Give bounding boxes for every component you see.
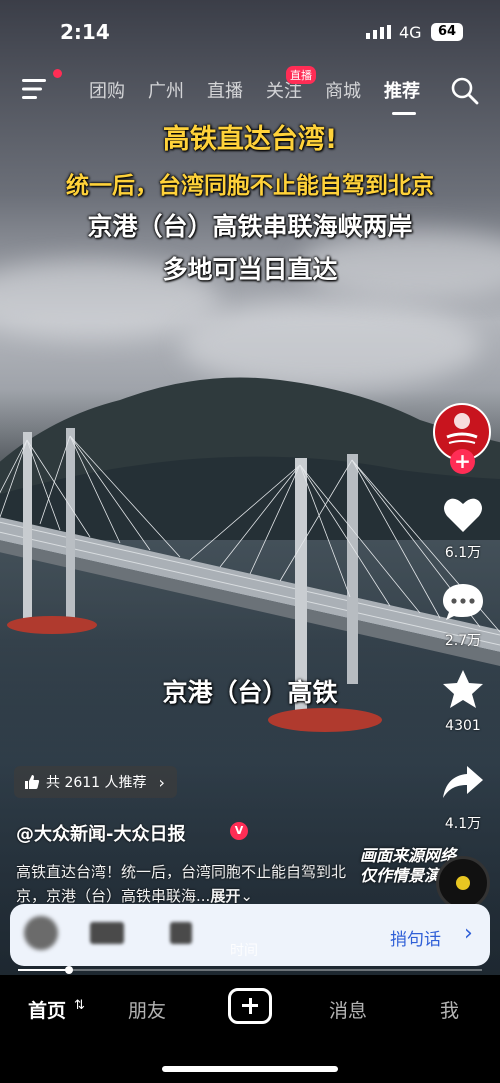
headline-line-4: 多地可当日直达 xyxy=(162,255,338,284)
expand-link[interactable]: 展开 xyxy=(210,887,240,905)
nav-messages[interactable]: 消息 xyxy=(329,996,367,1023)
menu-icon[interactable] xyxy=(22,78,48,100)
send-message-link[interactable]: 捎句话 xyxy=(390,925,441,950)
description-text: 高铁直达台湾！统一后，台湾同胞不止能自驾到北京，京港（台）高铁串联海... xyxy=(16,863,347,905)
headline-subtitle: 统一后，台湾同胞不止能自驾到北京 xyxy=(66,173,434,199)
progress-fill xyxy=(18,969,69,971)
nav-me[interactable]: 我 xyxy=(440,996,459,1023)
headline-line-3: 京港（台）高铁串联海峡两岸 xyxy=(87,212,413,241)
progress-handle[interactable] xyxy=(65,966,73,974)
headline-title: 高铁直达台湾! xyxy=(162,124,338,155)
video-caption: 京港（台）高铁 xyxy=(162,678,338,707)
status-bar: 2:14 4G 64 xyxy=(0,0,500,64)
recommend-label: 共 2611 人推荐 xyxy=(46,775,147,791)
active-tab-indicator xyxy=(392,112,416,115)
verified-badge-icon: V xyxy=(230,822,248,840)
comment-count: 2.7万 xyxy=(444,633,482,649)
chevron-right-icon: › xyxy=(464,921,473,946)
battery-icon: 64 xyxy=(431,23,463,41)
clock: 2:14 xyxy=(60,20,110,44)
favorite-star-icon[interactable] xyxy=(441,668,485,712)
thumbs-up-icon xyxy=(25,775,40,789)
watermark-line-1: 画面来源网络 xyxy=(360,846,457,865)
live-badge: 直播 xyxy=(286,66,316,84)
signal-icon xyxy=(366,25,391,39)
like-count: 6.1万 xyxy=(444,545,482,561)
tab-recommend[interactable]: 推荐 xyxy=(384,77,420,103)
redacted-text xyxy=(170,922,192,944)
tab-guangzhou[interactable]: 广州 xyxy=(148,77,184,103)
tab-group-buy[interactable]: 团购 xyxy=(89,77,125,103)
comment-icon[interactable] xyxy=(441,580,485,624)
bridge xyxy=(0,428,500,732)
redacted-text xyxy=(90,922,124,944)
like-heart-icon[interactable] xyxy=(441,493,485,537)
progress-track[interactable] xyxy=(18,969,482,971)
follow-plus-button[interactable]: + xyxy=(450,449,475,474)
search-icon[interactable] xyxy=(450,76,480,106)
share-arrow-icon[interactable] xyxy=(441,760,485,804)
chevron-right-icon: › xyxy=(158,772,165,792)
author-name[interactable]: @大众新闻-大众日报 xyxy=(16,820,185,846)
home-indicator xyxy=(162,1066,338,1072)
share-count: 4.1万 xyxy=(444,816,482,832)
network-type: 4G xyxy=(399,23,422,42)
notification-dot xyxy=(53,69,62,78)
video-description[interactable]: 高铁直达台湾！统一后，台湾同胞不止能自驾到北京，京港（台）高铁串联海...展开⌄ xyxy=(16,860,371,908)
music-disc-icon[interactable] xyxy=(436,856,490,910)
tab-mall[interactable]: 商城 xyxy=(325,77,361,103)
recommend-pill[interactable]: 共 2611 人推荐 › xyxy=(14,766,177,798)
chevron-down-icon: ⌄ xyxy=(240,887,253,905)
tab-live[interactable]: 直播 xyxy=(207,77,243,103)
nav-friends[interactable]: 朋友 xyxy=(128,996,166,1023)
refresh-toggle-icon[interactable]: ⇅ xyxy=(74,998,85,1013)
nav-home[interactable]: 首页 xyxy=(28,996,66,1023)
user-avatar xyxy=(24,916,58,950)
favorite-count: 4301 xyxy=(445,718,481,734)
progress-time-label: 时间 xyxy=(230,943,258,959)
create-post-button[interactable] xyxy=(228,988,272,1024)
